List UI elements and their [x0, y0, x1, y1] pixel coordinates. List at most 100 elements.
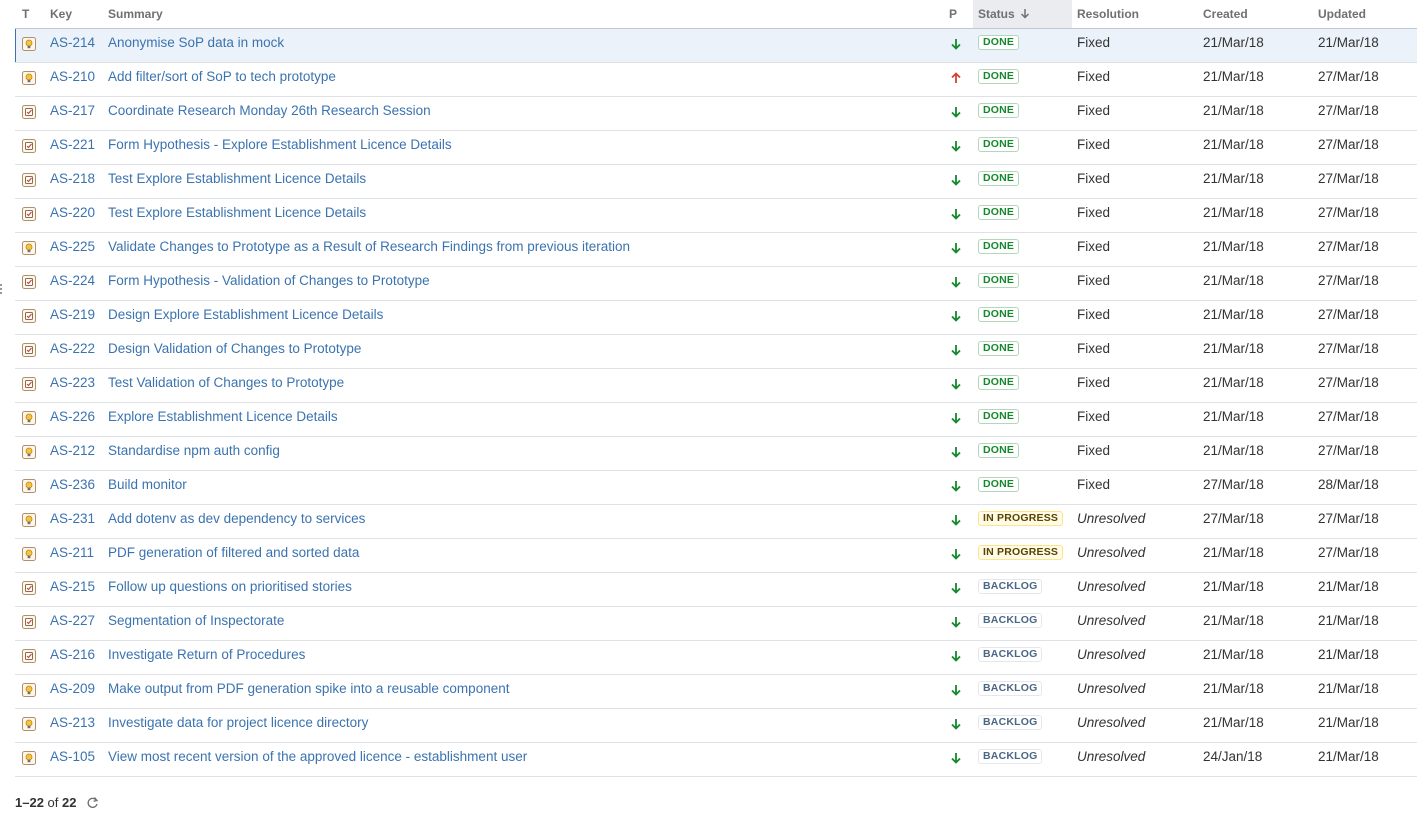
- table-row[interactable]: AS-212 Standardise npm auth config DONE Fix…: [15, 437, 1417, 471]
- table-row[interactable]: AS-105 View most recent version of the ap…: [15, 743, 1417, 777]
- table-row[interactable]: AS-217 Coordinate Research Monday 26th Re…: [15, 97, 1417, 131]
- issue-summary-link[interactable]: Coordinate Research Monday 26th Research…: [108, 97, 431, 130]
- issue-summary-link[interactable]: PDF generation of filtered and sorted da…: [108, 539, 359, 572]
- issue-key-link[interactable]: AS-105: [50, 743, 95, 776]
- table-row[interactable]: AS-223 Test Validation of Changes to Prot…: [15, 369, 1417, 403]
- improvement-type-icon[interactable]: [22, 751, 38, 767]
- issue-summary-link[interactable]: Form Hypothesis - Validation of Changes …: [108, 267, 430, 300]
- task-type-icon[interactable]: [22, 309, 38, 325]
- issue-summary-link[interactable]: Test Explore Establishment Licence Detai…: [108, 165, 366, 198]
- task-type-icon[interactable]: [22, 581, 38, 597]
- issue-summary-link[interactable]: Segmentation of Inspectorate: [108, 607, 284, 640]
- table-row[interactable]: AS-221 Form Hypothesis - Explore Establis…: [15, 131, 1417, 165]
- task-type-icon[interactable]: [22, 207, 38, 223]
- issue-key-link[interactable]: AS-210: [50, 63, 95, 96]
- issue-summary-link[interactable]: Test Validation of Changes to Prototype: [108, 369, 344, 402]
- issue-summary-link[interactable]: Validate Changes to Prototype as a Resul…: [108, 233, 630, 266]
- issue-key-link[interactable]: AS-224: [50, 267, 95, 300]
- issue-key-link[interactable]: AS-223: [50, 369, 95, 402]
- task-type-icon[interactable]: [22, 343, 38, 359]
- issue-key-link[interactable]: AS-211: [50, 539, 94, 572]
- table-row[interactable]: AS-224 Form Hypothesis - Validation of Ch…: [15, 267, 1417, 301]
- task-type-icon[interactable]: [22, 615, 38, 631]
- issue-key-link[interactable]: AS-222: [50, 335, 95, 368]
- table-row[interactable]: AS-220 Test Explore Establishment Licence…: [15, 199, 1417, 233]
- status-lozenge: BACKLOG: [978, 612, 1043, 628]
- column-header-created[interactable]: Created: [1203, 0, 1248, 28]
- issue-summary-link[interactable]: Investigate Return of Procedures: [108, 641, 305, 674]
- table-row[interactable]: AS-222 Design Validation of Changes to Pr…: [15, 335, 1417, 369]
- issue-key-link[interactable]: AS-219: [50, 301, 95, 334]
- issue-key-link[interactable]: AS-221: [50, 131, 95, 164]
- issue-key-link[interactable]: AS-215: [50, 573, 95, 606]
- table-row[interactable]: AS-209 Make output from PDF generation sp…: [15, 675, 1417, 709]
- issue-summary-link[interactable]: Anonymise SoP data in mock: [108, 29, 284, 62]
- table-row[interactable]: AS-226 Explore Establishment Licence Deta…: [15, 403, 1417, 437]
- issue-key-link[interactable]: AS-209: [50, 675, 95, 708]
- issue-key-link[interactable]: AS-225: [50, 233, 95, 266]
- task-type-icon[interactable]: [22, 649, 38, 665]
- column-header-status[interactable]: Status: [973, 0, 1072, 28]
- improvement-type-icon[interactable]: [22, 683, 38, 699]
- task-type-icon[interactable]: [22, 275, 38, 291]
- table-row[interactable]: AS-215 Follow up questions on prioritised…: [15, 573, 1417, 607]
- issue-summary-link[interactable]: Add filter/sort of SoP to tech prototype: [108, 63, 336, 96]
- resize-handle[interactable]: [0, 284, 4, 294]
- table-row[interactable]: AS-219 Design Explore Establishment Licen…: [15, 301, 1417, 335]
- issue-summary-link[interactable]: Form Hypothesis - Explore Establishment …: [108, 131, 452, 164]
- table-row[interactable]: AS-213 Investigate data for project licen…: [15, 709, 1417, 743]
- task-type-icon[interactable]: [22, 173, 38, 189]
- improvement-type-icon[interactable]: [22, 241, 38, 257]
- issue-key-link[interactable]: AS-214: [50, 29, 95, 62]
- table-row[interactable]: AS-214 Anonymise SoP data in mock DONE Fixe…: [15, 29, 1417, 63]
- improvement-type-icon[interactable]: [22, 547, 38, 563]
- table-row[interactable]: AS-216 Investigate Return of Procedures BA…: [15, 641, 1417, 675]
- improvement-type-icon[interactable]: [22, 717, 38, 733]
- issue-summary-link[interactable]: Explore Establishment Licence Details: [108, 403, 338, 436]
- issue-key-link[interactable]: AS-216: [50, 641, 95, 674]
- issue-summary-link[interactable]: Design Explore Establishment Licence Det…: [108, 301, 383, 334]
- issue-summary-link[interactable]: Standardise npm auth config: [108, 437, 280, 470]
- table-row[interactable]: AS-211 PDF generation of filtered and sor…: [15, 539, 1417, 573]
- issue-summary-link[interactable]: Test Explore Establishment Licence Detai…: [108, 199, 366, 232]
- task-type-icon[interactable]: [22, 139, 38, 155]
- improvement-type-icon[interactable]: [22, 37, 38, 53]
- table-row[interactable]: AS-227 Segmentation of Inspectorate BACKLO…: [15, 607, 1417, 641]
- issue-summary-link[interactable]: Design Validation of Changes to Prototyp…: [108, 335, 361, 368]
- issue-summary-link[interactable]: View most recent version of the approved…: [108, 743, 527, 776]
- table-row[interactable]: AS-231 Add dotenv as dev dependency to se…: [15, 505, 1417, 539]
- column-header-key[interactable]: Key: [50, 0, 72, 28]
- table-row[interactable]: AS-210 Add filter/sort of SoP to tech pro…: [15, 63, 1417, 97]
- improvement-type-icon[interactable]: [22, 71, 38, 87]
- table-row[interactable]: AS-225 Validate Changes to Prototype as a…: [15, 233, 1417, 267]
- issue-key-link[interactable]: AS-226: [50, 403, 95, 436]
- improvement-type-icon[interactable]: [22, 445, 38, 461]
- column-header-updated[interactable]: Updated: [1318, 0, 1366, 28]
- column-header-resolution[interactable]: Resolution: [1077, 0, 1139, 28]
- task-type-icon[interactable]: [22, 105, 38, 121]
- task-type-icon[interactable]: [22, 377, 38, 393]
- column-header-summary[interactable]: Summary: [108, 0, 163, 28]
- improvement-type-icon[interactable]: [22, 411, 38, 427]
- issue-key-link[interactable]: AS-220: [50, 199, 95, 232]
- issue-summary-link[interactable]: Make output from PDF generation spike in…: [108, 675, 509, 708]
- issue-summary-link[interactable]: Investigate data for project licence dir…: [108, 709, 368, 742]
- issue-key-link[interactable]: AS-227: [50, 607, 95, 640]
- improvement-type-icon[interactable]: [22, 479, 38, 495]
- column-header-type[interactable]: T: [22, 0, 29, 28]
- issue-key-link[interactable]: AS-231: [50, 505, 95, 538]
- table-row[interactable]: AS-218 Test Explore Establishment Licence…: [15, 165, 1417, 199]
- column-header-priority[interactable]: P: [949, 0, 957, 28]
- issue-summary-link[interactable]: Add dotenv as dev dependency to services: [108, 505, 365, 538]
- issue-summary-link[interactable]: Follow up questions on prioritised stori…: [108, 573, 352, 606]
- issue-key-link[interactable]: AS-212: [50, 437, 95, 470]
- table-row[interactable]: AS-236 Build monitor DONE Fixed 27/Mar/18 28/…: [15, 471, 1417, 505]
- refresh-icon[interactable]: [86, 796, 99, 812]
- improvement-type-icon[interactable]: [22, 513, 38, 529]
- issue-key-link[interactable]: AS-236: [50, 471, 95, 504]
- issue-key-link[interactable]: AS-213: [50, 709, 95, 742]
- issue-key-link[interactable]: AS-218: [50, 165, 95, 198]
- status-lozenge: DONE: [978, 476, 1020, 492]
- issue-key-link[interactable]: AS-217: [50, 97, 95, 130]
- issue-summary-link[interactable]: Build monitor: [108, 471, 187, 504]
